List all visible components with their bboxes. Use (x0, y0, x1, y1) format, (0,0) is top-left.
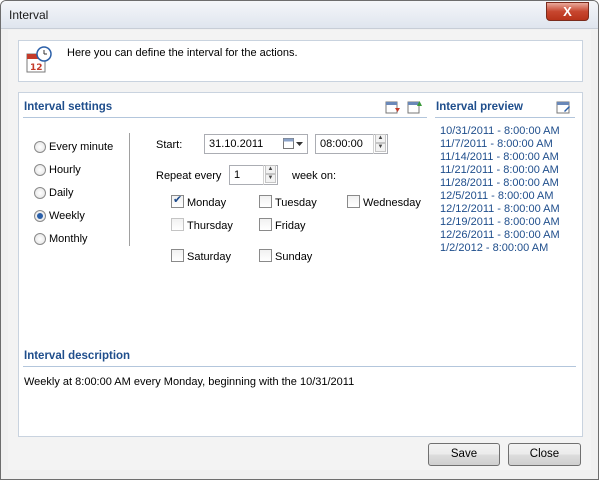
preview-divider (435, 117, 575, 118)
checkbox-label-tuesday: Tuesday (275, 197, 317, 209)
calendar-clock-icon: 12 (26, 46, 52, 73)
radio-label-every-minute: Every minute (49, 141, 114, 153)
start-date-value: 31.10.2011 (209, 138, 264, 150)
radio-label-weekly: Weekly (49, 210, 85, 222)
checkbox-label-wednesday: Wednesday (363, 197, 421, 209)
checkbox-tuesday[interactable] (259, 195, 272, 208)
repeat-label: Repeat every (156, 170, 222, 182)
repeat-suffix: week on: (292, 170, 337, 182)
settings-vertical-separator (129, 133, 130, 246)
spin-down-icon[interactable]: ▼ (375, 143, 386, 152)
start-date-field[interactable]: 31.10.2011 (204, 134, 308, 154)
preview-item: 11/7/2011 - 8:00:00 AM (440, 138, 553, 150)
svg-text:12: 12 (30, 63, 43, 73)
window-close-button[interactable]: X (546, 2, 589, 21)
preview-item: 12/5/2011 - 8:00:00 AM (440, 190, 554, 202)
preview-item: 12/19/2011 - 8:00:00 AM (440, 216, 560, 228)
checkbox-label-monday: Monday (187, 197, 227, 209)
spin-down-icon[interactable]: ▼ (265, 174, 276, 183)
close-button[interactable]: Close (508, 443, 581, 466)
preview-item: 1/2/2012 - 8:00:00 AM (440, 242, 549, 254)
radio-monthly[interactable] (34, 233, 46, 245)
radio-weekly[interactable] (34, 210, 46, 222)
checkbox-friday[interactable] (259, 218, 272, 231)
dialog-body: 12 Here you can define the interval for … (8, 30, 591, 470)
preview-item: 11/21/2011 - 8:00:00 AM (440, 164, 559, 176)
start-time-value: 08:00:00 (320, 138, 363, 150)
interval-settings-title: Interval settings (24, 101, 113, 113)
repeat-value: 1 (234, 169, 241, 181)
checkbox-label-sunday: Sunday (275, 251, 313, 263)
preview-item: 12/26/2011 - 8:00:00 AM (440, 229, 560, 241)
spin-up-icon[interactable]: ▲ (265, 165, 276, 174)
radio-daily[interactable] (34, 187, 46, 199)
interval-dialog: Interval X 12 Here you can define the in… (0, 0, 599, 480)
date-picker-dropdown-icon[interactable] (283, 138, 305, 150)
calendar-import-icon[interactable] (407, 99, 423, 115)
spin-up-icon[interactable]: ▲ (375, 134, 386, 143)
interval-description-text: Weekly at 8:00:00 AM every Monday, begin… (24, 376, 355, 388)
preview-item: 11/14/2011 - 8:00:00 AM (440, 151, 559, 163)
start-label: Start: (156, 139, 183, 151)
settings-divider (23, 117, 427, 118)
save-button[interactable]: Save (428, 443, 500, 466)
interval-description-title: Interval description (24, 350, 131, 362)
repeat-spinner[interactable]: ▲ ▼ (263, 165, 277, 185)
title-bar[interactable]: Interval X (1, 1, 598, 29)
calendar-refresh-icon[interactable] (556, 99, 572, 115)
radio-every-minute[interactable] (34, 141, 46, 153)
preview-item: 11/28/2011 - 8:00:00 AM (440, 177, 559, 189)
checkbox-saturday[interactable] (171, 249, 184, 262)
calendar-export-icon[interactable] (385, 99, 401, 115)
radio-label-hourly: Hourly (49, 164, 81, 176)
intro-panel: 12 Here you can define the interval for … (18, 40, 583, 82)
preview-item: 10/31/2011 - 8:00:00 AM (440, 125, 560, 137)
radio-label-daily: Daily (49, 187, 74, 199)
intro-text: Here you can define the interval for the… (67, 47, 298, 59)
radio-label-monthly: Monthly (49, 233, 88, 245)
description-divider (23, 366, 576, 367)
preview-item: 12/12/2011 - 8:00:00 AM (440, 203, 560, 215)
checkbox-label-thursday: Thursday (187, 220, 233, 232)
checkbox-thursday[interactable] (171, 218, 184, 231)
checkbox-label-saturday: Saturday (187, 251, 232, 263)
radio-hourly[interactable] (34, 164, 46, 176)
interval-preview-title: Interval preview (436, 101, 523, 113)
checkbox-monday[interactable] (171, 193, 184, 208)
preview-list: 10/31/2011 - 8:00:00 AM 11/7/2011 - 8:00… (440, 125, 580, 265)
checkbox-label-friday: Friday (275, 220, 306, 232)
start-time-spinner[interactable]: ▲ ▼ (373, 134, 387, 154)
checkbox-wednesday[interactable] (347, 195, 360, 208)
interval-main-panel: Interval settings Interval preview Every… (18, 92, 583, 437)
checkbox-sunday[interactable] (259, 249, 272, 262)
window-title: Interval (9, 8, 49, 22)
